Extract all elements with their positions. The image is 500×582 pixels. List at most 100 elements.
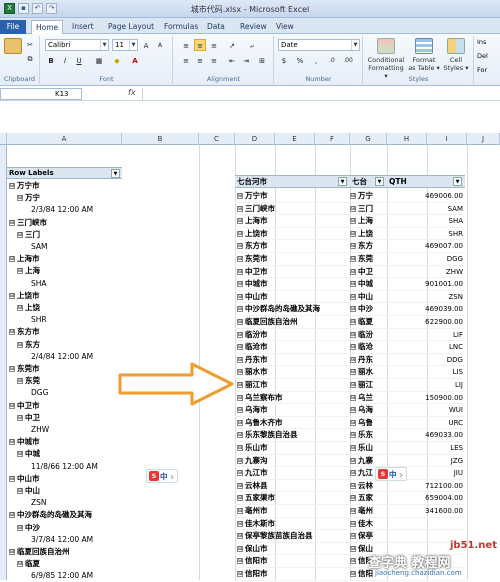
list-item[interactable]: ⊟ 上饶市: [9, 290, 40, 302]
list-item[interactable]: ⊟ 中沙: [17, 522, 40, 534]
list-item[interactable]: DGG: [31, 387, 48, 399]
paste-button[interactable]: [2, 38, 24, 56]
table-row[interactable]: ⊟ 五家渠市 ⊟ 五家 659004.00: [235, 492, 465, 505]
list-item[interactable]: ⊟ 中山市: [9, 473, 40, 485]
list-item[interactable]: ⊟ 中卫市: [9, 400, 40, 412]
list-item[interactable]: ⊟ 中城市: [9, 436, 40, 448]
collapse-icon[interactable]: ⊟: [350, 306, 356, 313]
collapse-icon[interactable]: ⊟: [9, 183, 15, 189]
collapse-icon[interactable]: ⊟: [237, 520, 243, 527]
list-item[interactable]: SAM: [31, 241, 48, 253]
collapse-icon[interactable]: ⊟: [350, 382, 356, 388]
collapse-icon[interactable]: ⊟: [9, 219, 15, 226]
collapse-icon[interactable]: ⊟: [17, 451, 23, 458]
tab-file[interactable]: File: [0, 20, 26, 34]
collapse-icon[interactable]: ⊟: [17, 488, 23, 494]
table-row[interactable]: ⊟ 中城市 ⊟ 中城 901001.00: [235, 278, 465, 291]
align-top-icon[interactable]: ≡: [180, 39, 192, 51]
collapse-icon[interactable]: ⊟: [350, 281, 356, 288]
collapse-icon[interactable]: ⊟: [17, 561, 23, 568]
collapse-icon[interactable]: ⊟: [237, 457, 243, 464]
font-color-icon[interactable]: A: [129, 54, 141, 66]
select-all-corner[interactable]: [0, 133, 7, 145]
list-item[interactable]: 3/7/84 12:00 AM: [31, 534, 93, 546]
collapse-icon[interactable]: ⊟: [237, 407, 243, 414]
list-item[interactable]: ZSN: [31, 497, 47, 509]
merge-center-icon[interactable]: ⊞: [256, 54, 268, 66]
collapse-icon[interactable]: ⊟: [350, 331, 356, 338]
table-row[interactable]: ⊟ 亳州市 ⊟ 亳州 341600.00: [235, 505, 465, 518]
collapse-icon[interactable]: ⊟: [237, 419, 243, 426]
list-item[interactable]: ⊟ 上海市: [9, 253, 40, 265]
list-item[interactable]: ⊟ 中城: [17, 448, 40, 460]
collapse-icon[interactable]: ⊟: [237, 558, 243, 565]
collapse-icon[interactable]: ⊟: [237, 344, 243, 351]
collapse-icon[interactable]: ⊟: [237, 306, 243, 313]
align-left-icon[interactable]: ≡: [180, 54, 192, 66]
pivot-field-code[interactable]: QTH: [389, 176, 407, 188]
collapse-icon[interactable]: ⊟: [350, 205, 356, 212]
ime-punctuation[interactable]: ゝ: [398, 469, 405, 479]
collapse-icon[interactable]: ⊟: [350, 293, 356, 300]
collapse-icon[interactable]: ⊟: [350, 571, 356, 577]
cut-icon[interactable]: ✂: [24, 38, 36, 50]
font-name-combo[interactable]: Calibri ▼: [45, 39, 109, 51]
wrap-text-icon[interactable]: ⤶: [246, 39, 258, 51]
collapse-icon[interactable]: ⊟: [350, 193, 356, 199]
fx-icon[interactable]: fx: [128, 88, 136, 97]
collapse-icon[interactable]: ⊟: [9, 439, 15, 446]
table-row[interactable]: ⊟ 云林县 ⊟ 云林 712100.00: [235, 480, 465, 493]
collapse-icon[interactable]: ⊟: [350, 356, 356, 363]
table-row[interactable]: ⊟ 乌鲁木齐市 ⊟ 乌鲁 URC: [235, 417, 465, 430]
collapse-icon[interactable]: ⊟: [237, 369, 243, 376]
collapse-icon[interactable]: ⊟: [237, 256, 243, 262]
bold-button[interactable]: B: [45, 54, 57, 66]
table-row[interactable]: ⊟ 东方市 ⊟ 东方 469007.00: [235, 240, 465, 253]
collapse-icon[interactable]: ⊟: [237, 508, 243, 514]
copy-icon[interactable]: ⧉: [24, 52, 36, 64]
collapse-icon[interactable]: ⊟: [17, 305, 23, 311]
collapse-icon[interactable]: ⊟: [350, 319, 356, 325]
format-as-table-button[interactable]: Format as Table ▾: [408, 38, 440, 72]
list-item[interactable]: ⊟ 东莞市: [9, 363, 40, 375]
list-item[interactable]: ⊟ 中沙群岛的岛礁及其海: [9, 509, 92, 521]
pivot-field-city[interactable]: 七台河市: [237, 176, 267, 188]
table-row[interactable]: ⊟ 乌海市 ⊟ 乌海 WUI: [235, 404, 465, 417]
collapse-icon[interactable]: ⊟: [9, 402, 15, 409]
collapse-icon[interactable]: ⊟: [237, 356, 243, 363]
row-headers[interactable]: [0, 145, 7, 580]
list-item[interactable]: ⊟ 万宁市: [9, 180, 40, 192]
filter-dropdown-icon[interactable]: ▼: [453, 177, 462, 186]
tab-insert[interactable]: Insert: [68, 20, 98, 34]
shrink-font-icon[interactable]: A: [154, 39, 166, 51]
filter-dropdown-icon[interactable]: ▼: [375, 177, 384, 186]
table-row[interactable]: ⊟ 乌兰察布市 ⊟ 乌兰 150900.00: [235, 392, 465, 405]
collapse-icon[interactable]: ⊟: [237, 382, 243, 388]
collapse-icon[interactable]: ⊟: [17, 524, 23, 531]
formula-input[interactable]: [142, 88, 500, 100]
table-row[interactable]: ⊟ 中沙群岛的岛礁及其海 ⊟ 中沙 469039.00: [235, 303, 465, 316]
collapse-icon[interactable]: ⊟: [9, 512, 15, 519]
collapse-icon[interactable]: ⊟: [17, 378, 23, 385]
format-cells-button[interactable]: For: [477, 66, 487, 74]
percent-icon[interactable]: %: [294, 54, 306, 66]
table-row[interactable]: ⊟ 中卫市 ⊟ 中卫 ZHW: [235, 266, 465, 279]
list-item[interactable]: 6/9/85 12:00 AM: [31, 570, 93, 582]
list-item[interactable]: 2/4/84 12:00 AM: [31, 351, 93, 363]
collapse-icon[interactable]: ⊟: [237, 482, 243, 489]
collapse-icon[interactable]: ⊟: [237, 331, 243, 338]
list-item[interactable]: ⊟ 东莞: [17, 375, 40, 387]
collapse-icon[interactable]: ⊟: [9, 329, 15, 336]
ime-punctuation[interactable]: ゝ: [169, 471, 176, 481]
list-item[interactable]: ⊟ 临夏回族自治州: [9, 546, 70, 558]
collapse-icon[interactable]: ⊟: [237, 268, 243, 275]
list-item[interactable]: SHA: [31, 278, 47, 290]
align-center-icon[interactable]: ≡: [194, 54, 206, 66]
collapse-icon[interactable]: ⊟: [9, 292, 15, 299]
collapse-icon[interactable]: ⊟: [350, 495, 356, 502]
collapse-icon[interactable]: ⊟: [237, 432, 243, 439]
tab-review[interactable]: Review: [236, 20, 271, 34]
column-header-f[interactable]: F: [315, 133, 350, 145]
collapse-icon[interactable]: ⊟: [9, 256, 15, 263]
collapse-icon[interactable]: ⊟: [17, 195, 23, 202]
